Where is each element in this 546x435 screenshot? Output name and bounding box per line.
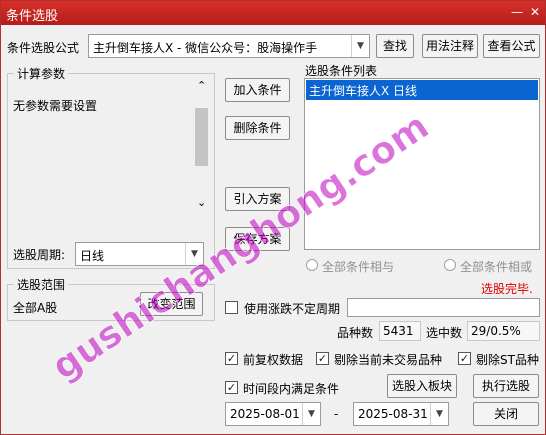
params-group-title: 计算参数: [14, 65, 69, 82]
title-bar[interactable]: 条件选股 — ✕: [1, 1, 545, 25]
selected-count-label: 选中数: [426, 326, 463, 340]
formula-value: 主升倒车接人X - 微信公众号：股海操作手: [93, 41, 318, 55]
adjusted-data-checkbox[interactable]: ✓: [225, 352, 238, 365]
time-range-label: 时间段内满足条件: [243, 382, 340, 396]
exclude-untraded-label: 剔除当前未交易品种: [334, 353, 443, 367]
add-condition-button[interactable]: 加入条件: [225, 78, 290, 102]
date-separator: -: [334, 407, 339, 421]
exclude-st-label: 剔除ST品种: [476, 353, 539, 367]
time-range-checkbox[interactable]: ✓: [225, 381, 238, 394]
chevron-down-icon[interactable]: ▼: [430, 403, 448, 425]
window-title: 条件选股: [6, 9, 59, 24]
view-formula-button[interactable]: 查看公式: [483, 34, 540, 58]
period-value: 日线: [80, 249, 105, 263]
close-icon[interactable]: ✕: [527, 4, 543, 20]
scroll-up-icon[interactable]: ⌃: [197, 79, 206, 92]
date-from-value: 2025-08-01: [230, 407, 300, 421]
chevron-down-icon[interactable]: ▼: [351, 35, 369, 57]
close-button[interactable]: 关闭: [473, 402, 539, 426]
volatile-period-input[interactable]: [347, 298, 540, 317]
save-scheme-button[interactable]: 保存方案: [225, 227, 290, 251]
date-from-picker[interactable]: 2025-08-01 ▼: [225, 402, 321, 426]
status-text: 选股完毕.: [481, 282, 533, 296]
condition-list-title: 选股条件列表: [305, 64, 378, 78]
scroll-thumb[interactable]: [195, 108, 208, 166]
exclude-untraded-checkbox[interactable]: ✓: [316, 352, 329, 365]
remove-condition-button[interactable]: 删除条件: [225, 116, 290, 140]
and-radio[interactable]: [306, 259, 318, 271]
usage-notes-button[interactable]: 用法注释: [422, 34, 478, 58]
and-radio-label: 全部条件相与: [322, 260, 395, 274]
list-item[interactable]: 主升倒车接人X 日线: [306, 80, 538, 100]
volatile-period-label: 使用涨跌不定周期: [244, 302, 341, 316]
condition-list[interactable]: 主升倒车接人X 日线: [304, 78, 540, 250]
date-to-picker[interactable]: 2025-08-31 ▼: [353, 402, 449, 426]
adjusted-data-label: 前复权数据: [243, 353, 304, 367]
formula-label: 条件选股公式: [7, 41, 80, 55]
stock-count-label: 品种数: [337, 326, 374, 340]
volatile-period-checkbox[interactable]: [225, 301, 238, 314]
formula-select[interactable]: 主升倒车接人X - 微信公众号：股海操作手 ▼: [88, 34, 370, 58]
period-select[interactable]: 日线 ▼: [75, 242, 204, 266]
minimize-icon[interactable]: —: [509, 4, 525, 20]
or-radio[interactable]: [444, 259, 456, 271]
date-to-value: 2025-08-31: [358, 407, 428, 421]
scope-value: 全部A股: [13, 301, 58, 315]
scroll-down-icon[interactable]: ⌄: [197, 196, 206, 209]
params-text: 无参数需要设置: [13, 99, 98, 113]
find-button[interactable]: 查找: [376, 34, 414, 58]
params-scrollbar[interactable]: ⌃ ⌄: [194, 79, 209, 213]
chevron-down-icon[interactable]: ▼: [185, 243, 203, 265]
condition-stock-picker-window: 条件选股 — ✕ 条件选股公式 主升倒车接人X - 微信公众号：股海操作手 ▼ …: [0, 0, 546, 435]
period-label: 选股周期:: [13, 248, 66, 262]
run-selection-button[interactable]: 执行选股: [473, 374, 539, 398]
scope-group-title: 选股范围: [14, 276, 69, 293]
add-to-block-button[interactable]: 选股入板块: [387, 374, 457, 398]
selected-count-value: 29/0.5%: [467, 321, 540, 341]
exclude-st-checkbox[interactable]: ✓: [458, 352, 471, 365]
change-scope-button[interactable]: 改变范围: [140, 292, 203, 316]
chevron-down-icon[interactable]: ▼: [302, 403, 320, 425]
import-scheme-button[interactable]: 引入方案: [225, 187, 290, 211]
or-radio-label: 全部条件相或: [460, 260, 533, 274]
stock-count-value: 5431: [379, 321, 421, 341]
